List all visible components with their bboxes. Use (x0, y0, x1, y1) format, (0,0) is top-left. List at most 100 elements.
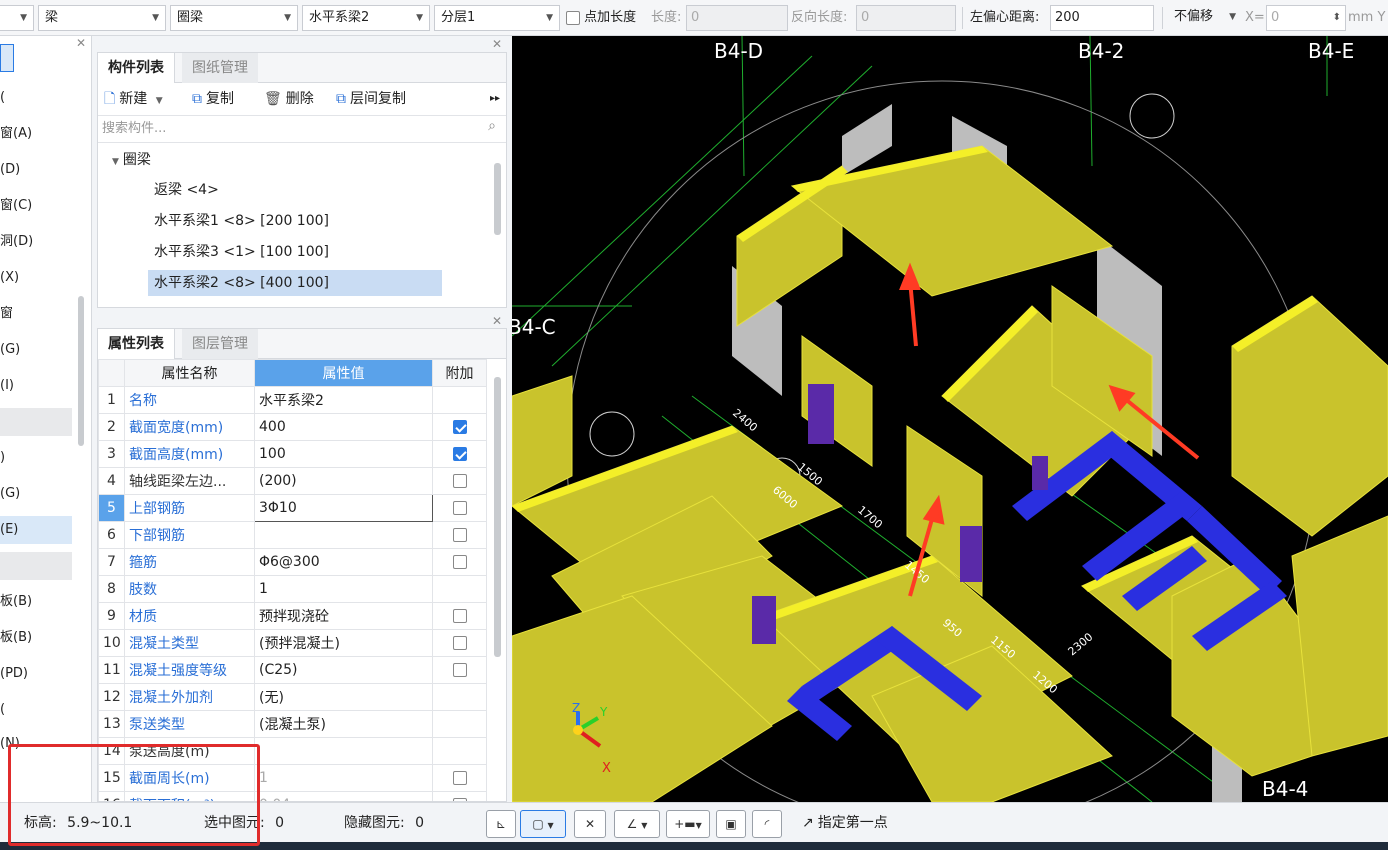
subtype-combo[interactable]: 圈梁 ▼ (170, 5, 298, 31)
new-button[interactable]: 🗋 新建 ▼ (104, 85, 163, 113)
property-row[interactable]: 4 轴线距梁左边... (200) (98, 467, 487, 495)
close-icon[interactable]: ✕ (76, 36, 86, 50)
component-combo[interactable]: 水平系梁2 ▼ (302, 5, 430, 31)
tab-drawing-management[interactable]: 图纸管理 (182, 53, 258, 83)
floor-combo[interactable]: ▼ (0, 5, 34, 31)
tree-item[interactable]: 返梁 <4> (148, 177, 442, 203)
type-combo[interactable]: 梁 ▼ (38, 5, 166, 31)
property-value[interactable]: 3Φ10 (254, 494, 433, 522)
model-canvas[interactable]: 2400 6000 1700 1450 1500 950 1150 1200 2… (512, 36, 1388, 802)
offset-mode-combo[interactable]: 不偏移 ▼ (1168, 5, 1242, 31)
property-value[interactable]: 0.04 (254, 791, 433, 801)
property-value[interactable]: 400 (254, 413, 433, 441)
close-icon[interactable]: ✕ (492, 314, 502, 328)
tab-component-list[interactable]: 构件列表 (98, 53, 175, 83)
tree-item[interactable]: 水平系梁3 <1> [100 100] (148, 239, 442, 265)
extra-checkbox[interactable] (452, 555, 467, 569)
left-offset-input[interactable]: 200 (1050, 5, 1154, 31)
layer-combo[interactable]: 分层1 ▼ (434, 5, 560, 31)
property-row[interactable]: 6 下部钢筋 (98, 521, 487, 549)
property-row[interactable]: 8 肢数 1 (98, 575, 487, 603)
extra-checkbox[interactable] (452, 420, 467, 434)
search-icon[interactable]: ⌕ (488, 118, 496, 134)
component-type-item[interactable]: (G) (0, 336, 72, 364)
component-type-item[interactable] (0, 408, 72, 436)
property-value[interactable]: 预拌现浇砼 (254, 602, 433, 630)
component-type-item[interactable] (0, 552, 72, 580)
property-value[interactable]: (无) (254, 683, 433, 711)
property-value[interactable]: (混凝土泵) (254, 710, 433, 738)
property-row[interactable]: 7 箍筋 Φ6@300 (98, 548, 487, 576)
tree-group[interactable]: ▼ 圈梁 (112, 147, 151, 173)
more-icon[interactable]: ▸▸ (490, 85, 500, 113)
scrollbar[interactable] (494, 163, 501, 235)
spinner-icon[interactable]: ⬍ (1333, 6, 1341, 30)
chevron-down-icon[interactable]: ▼ (112, 157, 119, 167)
property-value[interactable] (254, 737, 433, 765)
property-value[interactable]: Φ6@300 (254, 548, 433, 576)
point-length-toggle[interactable]: 点加长度 (566, 5, 636, 31)
x-input[interactable]: 0 ⬍ (1266, 5, 1346, 31)
property-row[interactable]: 5 上部钢筋 3Φ10 (98, 494, 487, 522)
component-type-item[interactable]: 窗(A) (0, 120, 72, 148)
extra-checkbox[interactable] (452, 474, 467, 488)
property-row[interactable]: 1 名称 水平系梁2 (98, 386, 487, 414)
component-type-item[interactable]: ) (0, 444, 72, 472)
component-type-item[interactable]: (PD) (0, 660, 72, 688)
property-value[interactable]: 100 (254, 440, 433, 468)
property-row[interactable]: 11 混凝土强度等级 (C25) (98, 656, 487, 684)
component-type-item[interactable]: ( (0, 84, 72, 112)
search-box[interactable]: 搜索构件... ⌕ (98, 115, 506, 143)
scrollbar[interactable] (494, 377, 501, 657)
length-input[interactable]: 0 (686, 5, 788, 31)
component-type-item[interactable]: 板(B) (0, 588, 72, 616)
extra-checkbox[interactable] (452, 771, 467, 785)
snap-mode-button[interactable]: ▢ ▼ (520, 810, 566, 838)
component-type-item[interactable]: (X) (0, 264, 72, 292)
reverse-length-input[interactable]: 0 (856, 5, 956, 31)
offset-button[interactable]: +▬▼ (666, 810, 710, 838)
property-row[interactable]: 3 截面高度(mm) 100 (98, 440, 487, 468)
component-type-item[interactable]: (D) (0, 156, 72, 184)
property-value[interactable]: 水平系梁2 (254, 386, 433, 414)
intersection-icon[interactable]: ✕ (574, 810, 606, 838)
property-row[interactable]: 2 截面宽度(mm) 400 (98, 413, 487, 441)
tab-property-list[interactable]: 属性列表 (98, 329, 175, 359)
extra-checkbox[interactable] (452, 501, 467, 515)
property-value[interactable]: (C25) (254, 656, 433, 684)
component-type-item[interactable] (0, 44, 14, 72)
component-type-item[interactable]: 窗 (0, 300, 72, 328)
tree-item-selected[interactable]: 水平系梁2 <8> [400 100] (148, 270, 442, 296)
scrollbar[interactable] (78, 296, 84, 446)
close-icon[interactable]: ✕ (492, 37, 502, 51)
property-value[interactable]: (200) (254, 467, 433, 495)
component-type-item[interactable]: (G) (0, 480, 72, 508)
display-icon[interactable]: ▣ (716, 810, 746, 838)
component-type-item[interactable]: ( (0, 696, 72, 724)
extra-checkbox[interactable] (452, 663, 467, 677)
component-type-item[interactable]: (I) (0, 372, 72, 400)
component-type-item[interactable]: (E) (0, 516, 72, 544)
property-row[interactable]: 9 材质 预拌现浇砼 (98, 602, 487, 630)
component-type-item[interactable]: 窗(C) (0, 192, 72, 220)
arc-icon[interactable]: ◜ (752, 810, 782, 838)
property-value[interactable]: 1 (254, 575, 433, 603)
property-value[interactable]: 1 (254, 764, 433, 792)
copy-button[interactable]: ⧉ 复制 (192, 85, 234, 113)
tab-layer-management[interactable]: 图层管理 (182, 329, 258, 359)
extra-checkbox[interactable] (452, 528, 467, 542)
orthogonal-icon[interactable]: ⊾ (486, 810, 516, 838)
property-row[interactable]: 10 混凝土类型 (预拌混凝土) (98, 629, 487, 657)
floor-copy-button[interactable]: ⧉ 层间复制 (336, 85, 406, 113)
component-type-item[interactable]: 洞(D) (0, 228, 72, 256)
point-length-checkbox[interactable] (566, 10, 580, 25)
delete-button[interactable]: 🗑 删除 (264, 85, 314, 113)
component-type-item[interactable]: 板(B) (0, 624, 72, 652)
extra-checkbox[interactable] (452, 609, 467, 623)
extra-checkbox[interactable] (452, 636, 467, 650)
extra-checkbox[interactable] (452, 447, 467, 461)
property-value[interactable]: (预拌混凝土) (254, 629, 433, 657)
property-value[interactable] (254, 521, 433, 549)
property-row[interactable]: 13 泵送类型 (混凝土泵) (98, 710, 487, 738)
tree-item[interactable]: 水平系梁1 <8> [200 100] (148, 208, 442, 234)
